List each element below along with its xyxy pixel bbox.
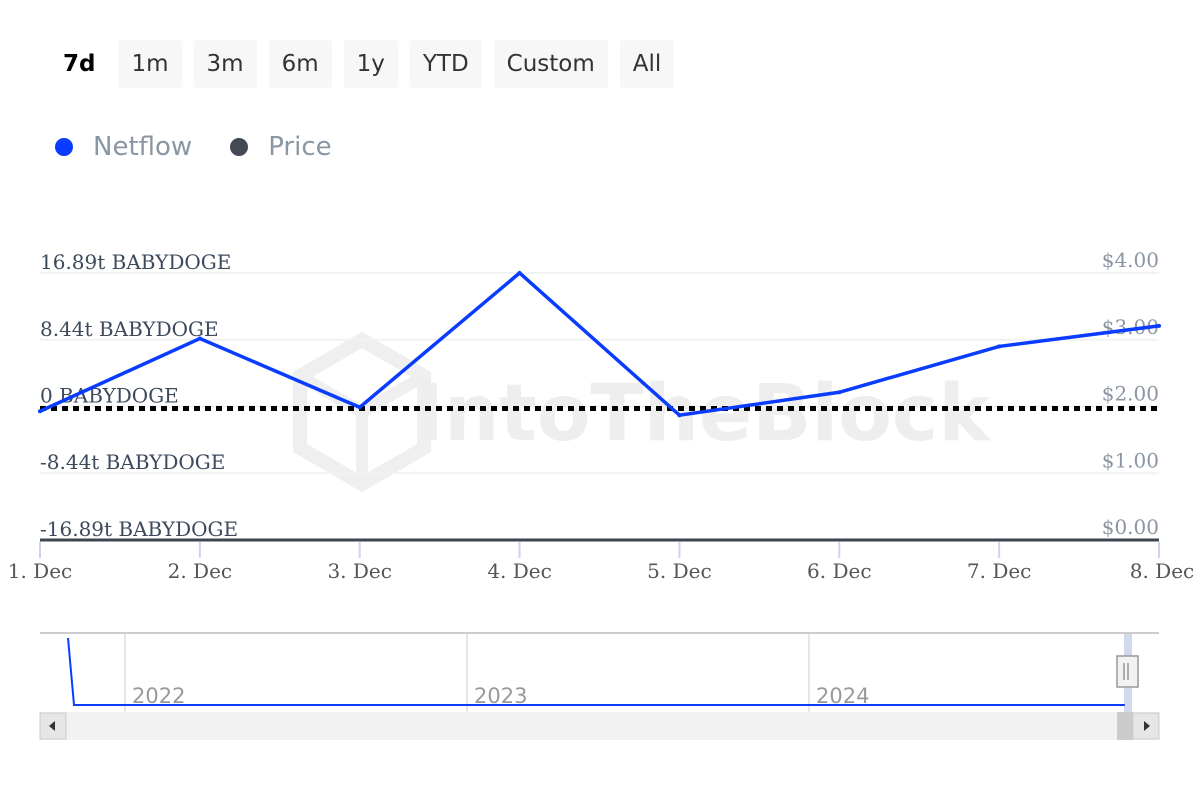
x-tick-label: 4. Dec (487, 559, 552, 583)
x-tick-label: 5. Dec (647, 559, 712, 583)
y-right-tick-label: $2.00 (1102, 382, 1159, 406)
x-tick-label: 6. Dec (807, 559, 872, 583)
x-tick-label: 3. Dec (327, 559, 392, 583)
intotheblock-logo-icon (293, 331, 431, 493)
watermark-text: IntoTheBlock (415, 369, 992, 459)
scroll-right-button[interactable] (1132, 712, 1160, 740)
netflow-chart: IntoTheBlock 16.89t BABYDOGE 8.44t BABYDO… (8, 248, 1195, 740)
x-tick-label: 2. Dec (168, 559, 233, 583)
netflow-point[interactable] (38, 409, 42, 414)
y-left-tick-label: 16.89t BABYDOGE (40, 250, 231, 274)
x-tick-label: 1. Dec (8, 559, 73, 583)
netflow-point[interactable] (1157, 323, 1161, 328)
netflow-point[interactable] (997, 344, 1002, 349)
navigator-handle[interactable] (1116, 655, 1139, 688)
y-right-tick-label: $4.00 (1102, 248, 1159, 272)
netflow-point[interactable] (677, 413, 682, 418)
x-tick-label: 8. Dec (1130, 559, 1195, 583)
netflow-point[interactable] (837, 390, 842, 395)
scrollbar-thumb[interactable] (1117, 712, 1133, 740)
navigator-series-line (67, 637, 1125, 706)
netflow-point[interactable] (357, 405, 362, 410)
y-right-tick-label: $0.00 (1102, 515, 1159, 539)
netflow-point[interactable] (517, 271, 522, 275)
y-left-tick-label: -8.44t BABYDOGE (40, 450, 225, 474)
y-right-tick-label: $1.00 (1102, 448, 1159, 472)
y-left-tick-label: 0 BABYDOGE (40, 384, 179, 408)
watermark: IntoTheBlock (293, 331, 992, 493)
navigator[interactable]: 2022 2023 2024 (40, 632, 1159, 712)
y-left-tick-label: 8.44t BABYDOGE (40, 317, 219, 341)
navigator-scrollbar[interactable] (39, 712, 1160, 740)
x-tick-label: 7. Dec (967, 559, 1032, 583)
scroll-left-button[interactable] (39, 712, 67, 740)
y-left-tick-label: -16.89t BABYDOGE (40, 517, 238, 541)
scrollbar-track[interactable] (40, 712, 1159, 740)
netflow-point[interactable] (197, 336, 202, 341)
